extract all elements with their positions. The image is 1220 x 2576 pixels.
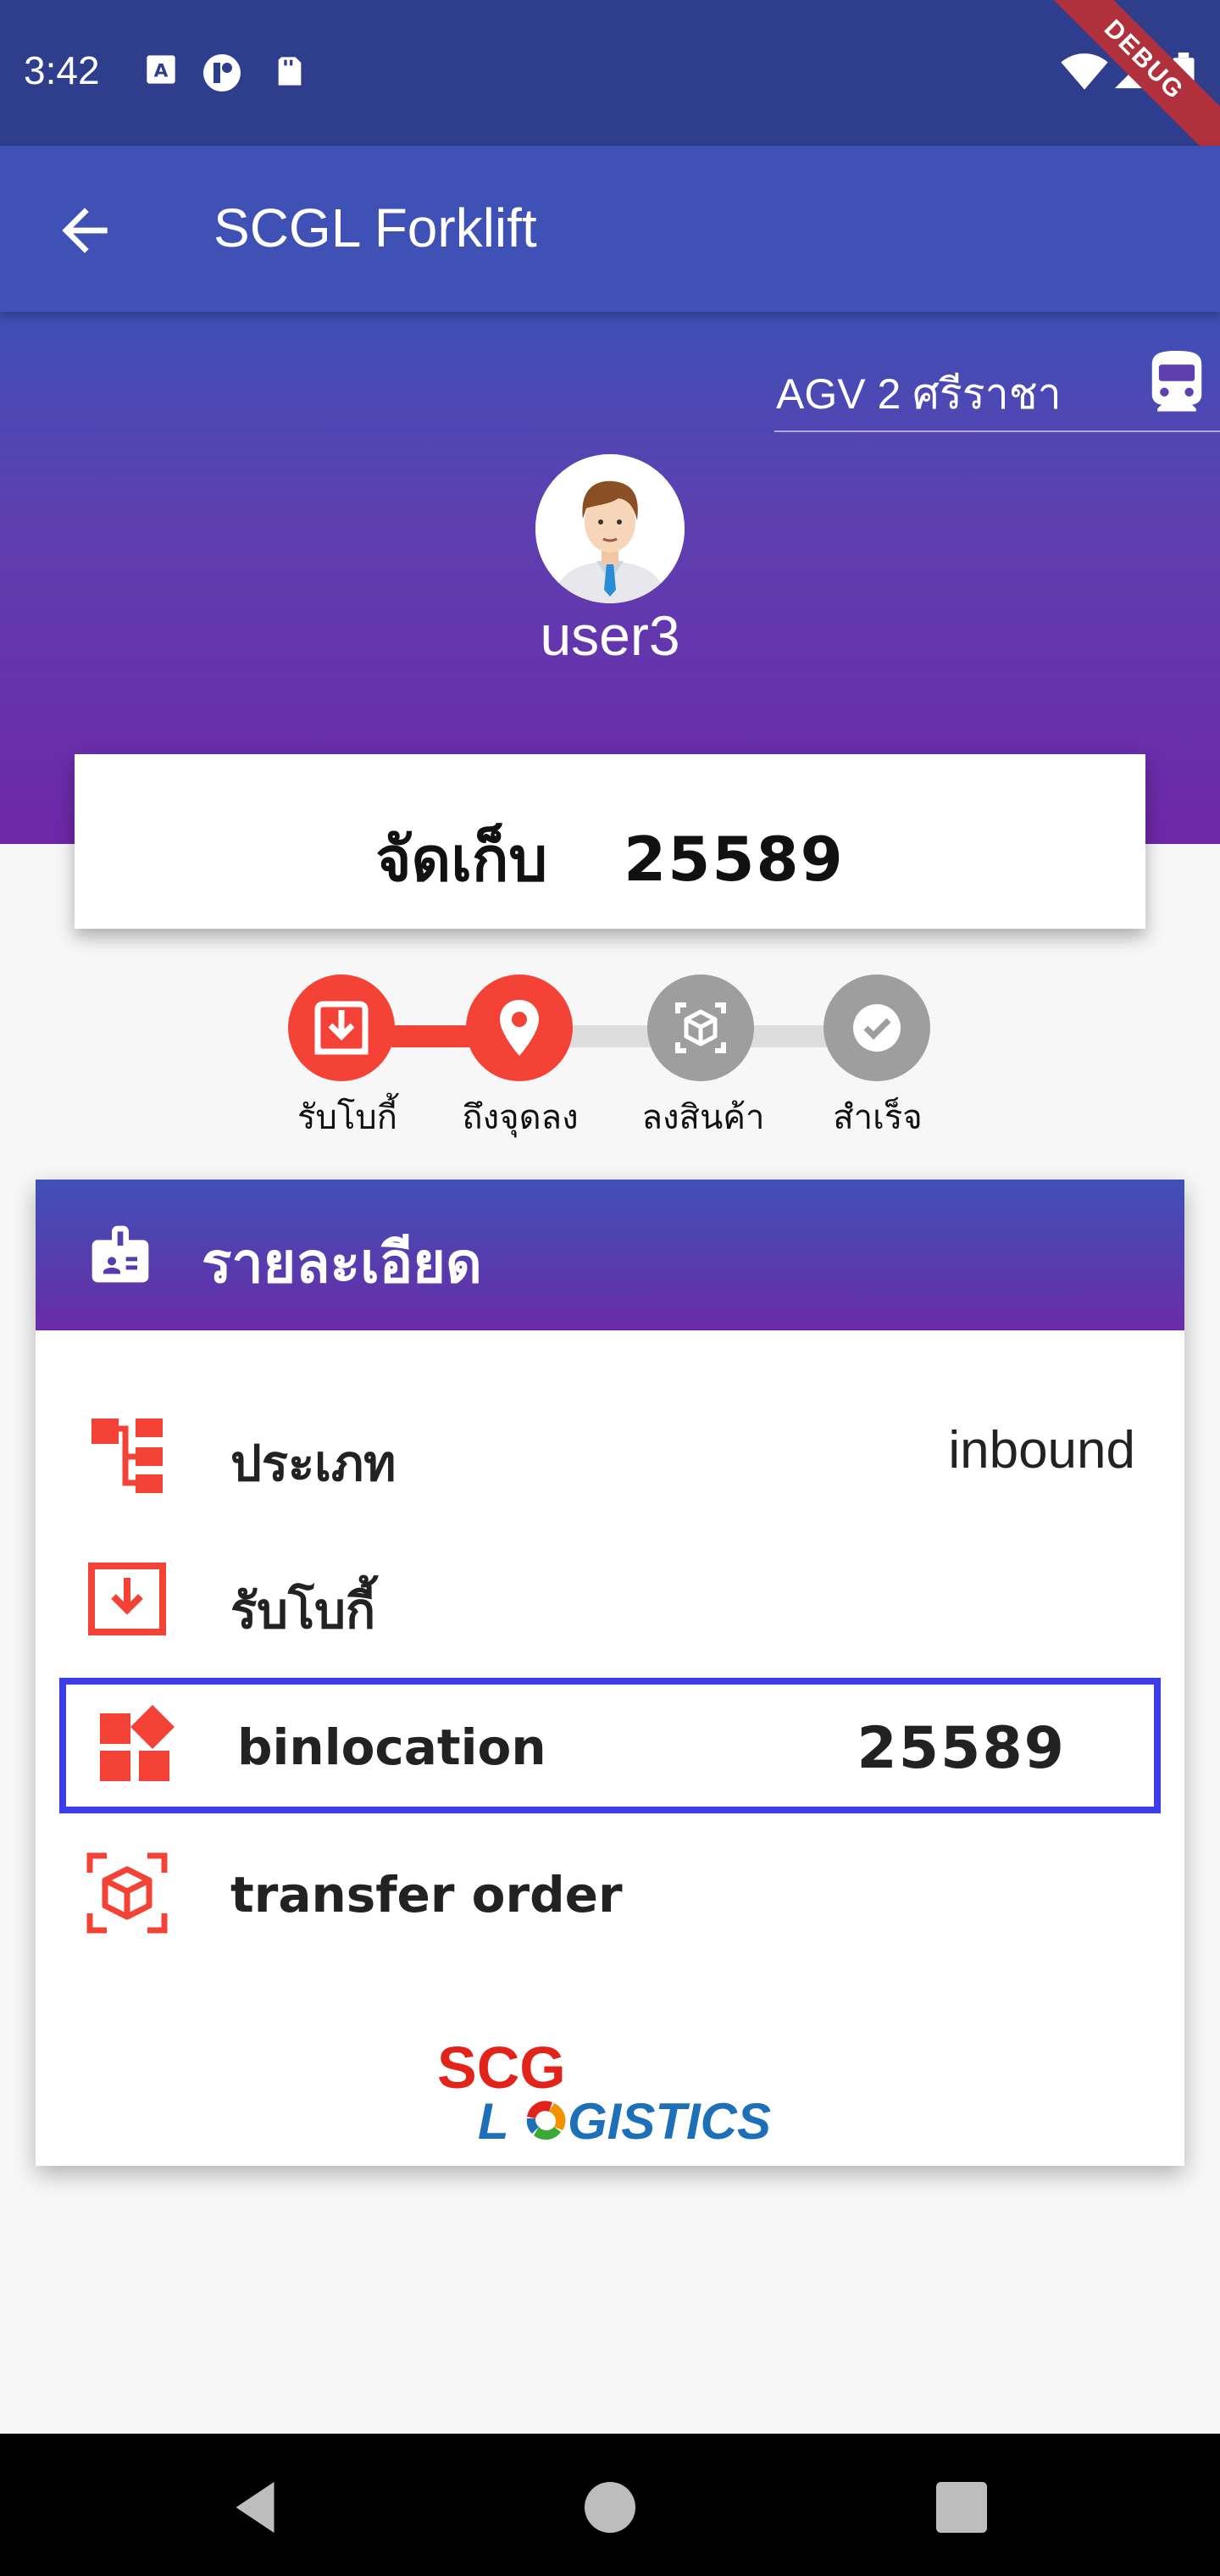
check-circle-icon <box>853 1004 901 1052</box>
train-icon[interactable] <box>1144 347 1210 420</box>
svg-text:SCG: SCG <box>437 2035 566 2101</box>
badge-icon <box>92 1225 149 1283</box>
status-time: 3:42 <box>24 48 100 92</box>
box-scan-icon <box>86 1852 168 1934</box>
detail-row-type: ประเภท inbound <box>36 1383 1184 1518</box>
job-card: จัดเก็บ 25589 <box>75 754 1145 929</box>
hierarchy-icon <box>92 1418 163 1493</box>
step-3-circle <box>647 974 754 1081</box>
detail-row-pickup: รับโบกี้ <box>36 1530 1184 1666</box>
download-icon <box>314 1001 369 1055</box>
details-header: รายละเอียด <box>36 1180 1184 1330</box>
detail-label: binlocation <box>237 1718 546 1776</box>
box-scan-icon <box>675 1002 726 1053</box>
detail-row-binlocation[interactable]: binlocation 25589 <box>59 1678 1161 1813</box>
detail-label: transfer order <box>230 1866 623 1924</box>
detail-value: inbound <box>948 1421 1135 1480</box>
details-card: รายละเอียด ประเภท inbound รับโบกี้ binlo… <box>36 1180 1184 2166</box>
scg-logistics-logo: SCG L GISTICS <box>437 2035 771 2150</box>
step-1-label: รับโบกี้ <box>297 1098 397 1137</box>
nav-recents-icon[interactable] <box>923 2469 1000 2545</box>
avatar <box>535 454 685 603</box>
app-icon <box>203 54 241 92</box>
system-nav-bar <box>0 2434 1220 2576</box>
step-3-label: ลงสินค้า <box>641 1098 765 1137</box>
details-title: รายละเอียด <box>202 1230 482 1296</box>
step-2-label: ถึงจุดลง <box>462 1098 579 1137</box>
status-bar: 3:42 A DEBUG <box>0 0 1220 171</box>
user-avatar-icon <box>535 454 685 603</box>
arrow-back-icon[interactable] <box>51 197 119 264</box>
step-4-label: สำเร็จ <box>833 1098 923 1137</box>
app-bar: SCGL Forklift <box>0 146 1220 312</box>
svg-text:A: A <box>154 60 169 81</box>
step-2-circle <box>466 974 573 1081</box>
agv-selected-label: AGV 2 ศรีราชา <box>776 370 1062 418</box>
detail-label: รับโบกี้ <box>230 1582 376 1640</box>
sd-card-icon <box>278 57 302 86</box>
download-icon <box>88 1563 166 1635</box>
nav-home-icon[interactable] <box>572 2469 648 2545</box>
job-summary: จัดเก็บ 25589 <box>75 810 1145 908</box>
job-type-label: จัดเก็บ <box>375 824 548 895</box>
svg-text:L: L <box>478 2093 509 2150</box>
nav-back-icon[interactable] <box>217 2469 293 2545</box>
widgets-icon <box>100 1705 175 1781</box>
step-4-circle <box>824 974 930 1081</box>
location-pin-icon <box>500 1000 539 1056</box>
progress-stepper: รับโบกี้ ถึงจุดลง ลงสินค้า สำเร็จ <box>0 974 1220 1144</box>
job-number: 25589 <box>624 824 845 895</box>
username: user3 <box>540 604 680 667</box>
detail-label: ประเภท <box>230 1435 396 1492</box>
step-1-circle <box>288 974 395 1081</box>
detail-value: 25589 <box>857 1715 1066 1782</box>
text-icon: A <box>147 55 175 84</box>
wifi-icon <box>1061 53 1108 90</box>
app-title: SCGL Forklift <box>214 197 537 258</box>
detail-row-transfer-order: transfer order <box>36 1825 1184 1961</box>
agv-selector[interactable]: AGV 2 ศรีราชา <box>774 351 1220 432</box>
svg-text:GISTICS: GISTICS <box>568 2093 771 2150</box>
